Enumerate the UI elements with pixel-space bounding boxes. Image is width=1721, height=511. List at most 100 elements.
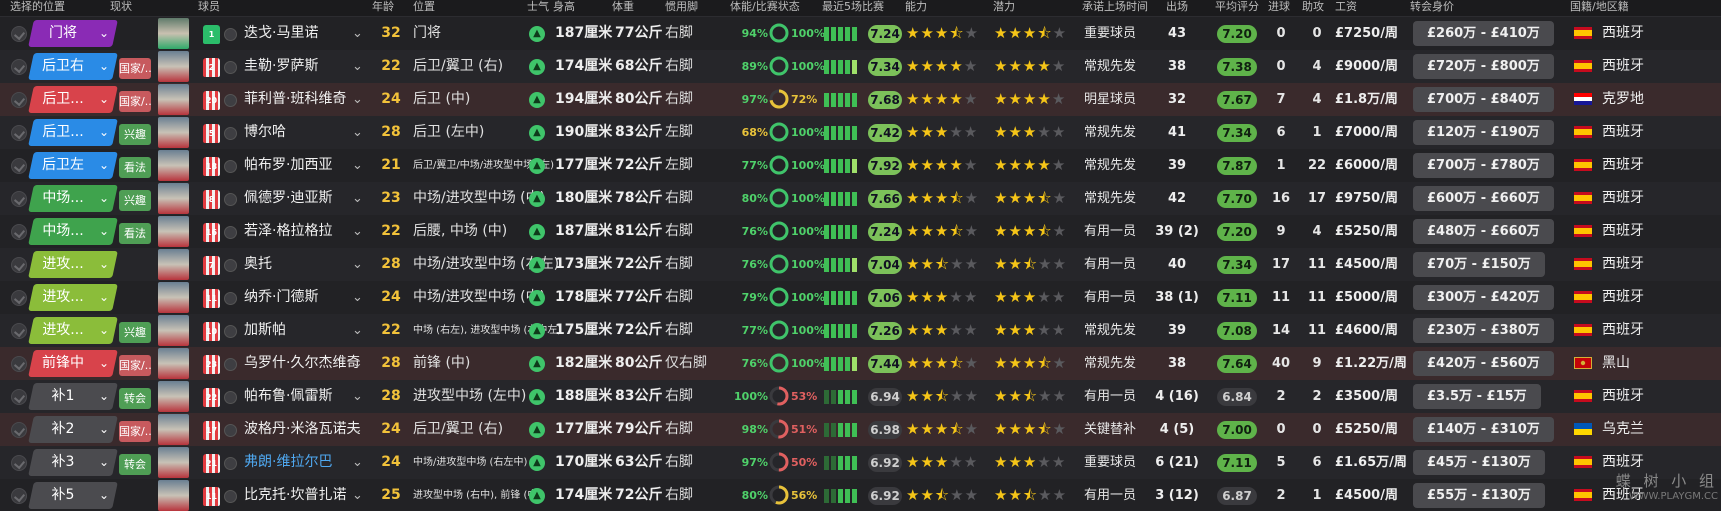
col-last5[interactable]: 最近5场比赛 — [822, 0, 884, 14]
nationality[interactable]: 西班牙 — [1602, 182, 1644, 215]
nationality[interactable]: 西班牙 — [1602, 17, 1644, 50]
table-row[interactable]: 后卫右⌄国家/...2圭勒·罗萨斯⌄22后卫/翼卫 (右)▲174厘米68公斤右… — [0, 50, 1721, 83]
table-row[interactable]: 补3 ⌄ 转会 21 弗朗·维拉尔巴 ⌄ 24 中场/进攻型中场 (右左中) ▲ 170厘米 63公… — [0, 446, 1721, 479]
position-selector[interactable]: 门将 ⌄ — [28, 20, 118, 47]
select-checkbox[interactable] — [11, 224, 27, 240]
table-row[interactable]: 进攻... ⌄ 11 纳乔·门德斯 ⌄ 24 中场/进攻型中场 (中) ▲ 178厘米 77公斤右… — [0, 281, 1721, 314]
nationality[interactable]: 西班牙 — [1602, 116, 1644, 149]
chevron-down-icon[interactable]: ⌄ — [352, 446, 363, 479]
chevron-down-icon[interactable]: ⌄ — [93, 86, 115, 113]
nationality[interactable]: 西班牙 — [1602, 380, 1644, 413]
transfer-value[interactable]: £55万 - £130万 — [1413, 483, 1545, 508]
chevron-down-icon[interactable]: ⌄ — [352, 347, 363, 380]
position-selector[interactable]: 补3 ⌄ — [28, 449, 118, 476]
player-photo[interactable] — [158, 315, 189, 346]
table-row[interactable]: 中场... ⌄ 兴趣 8 佩德罗·迪亚斯 ⌄ 23 中场/进攻型中场 (中) ▲ 180厘米 78公… — [0, 182, 1721, 215]
select-checkbox[interactable] — [11, 455, 27, 471]
col-goals[interactable]: 进球 — [1268, 0, 1290, 14]
player-photo[interactable] — [158, 150, 189, 181]
position-selector[interactable]: 补2 ⌄ — [28, 416, 118, 443]
table-row[interactable]: 补1 ⌄ 转会 22 帕布鲁·佩雷斯 ⌄ 28 进攻型中场 (左中) ▲ 188厘米 83公斤 右脚 1… — [0, 380, 1721, 413]
chevron-down-icon[interactable]: ⌄ — [352, 50, 363, 83]
select-checkbox[interactable] — [11, 26, 27, 42]
chevron-down-icon[interactable]: ⌄ — [93, 383, 115, 410]
transfer-value[interactable]: £140万 - £310万 — [1413, 417, 1554, 442]
status-badge[interactable]: 转会 — [119, 388, 151, 409]
nationality[interactable]: 乌克兰 — [1602, 413, 1644, 446]
col-age[interactable]: 年龄 — [372, 0, 394, 14]
transfer-value[interactable]: £700万 - £840万 — [1413, 87, 1554, 112]
player-photo[interactable] — [158, 249, 189, 280]
chevron-down-icon[interactable]: ⌄ — [352, 17, 363, 50]
table-row[interactable]: 进攻... ⌄ 7 奥托 ⌄ 28 中场/进攻型中场 (右左) ▲ 173厘米 72公斤 右脚 76%… — [0, 248, 1721, 281]
col-avg-rating[interactable]: 平均评分 — [1215, 0, 1259, 14]
col-playing-time[interactable]: 承诺上场时间 — [1082, 0, 1148, 14]
status-badge[interactable]: 看法 — [119, 223, 151, 244]
player-name[interactable]: 迭戈·马里诺 — [244, 17, 318, 50]
col-fitness[interactable]: 体能/比赛状态 — [730, 0, 800, 14]
select-checkbox[interactable] — [11, 389, 27, 405]
player-photo[interactable] — [158, 84, 189, 115]
player-photo[interactable] — [158, 117, 189, 148]
chevron-down-icon[interactable]: ⌄ — [352, 182, 363, 215]
chevron-down-icon[interactable]: ⌄ — [93, 350, 115, 377]
select-checkbox[interactable] — [11, 356, 27, 372]
col-assists[interactable]: 助攻 — [1302, 0, 1324, 14]
col-nationality[interactable]: 国籍/地区籍 — [1570, 0, 1629, 14]
player-name[interactable]: 波格丹·米洛瓦诺夫 — [244, 413, 360, 446]
chevron-down-icon[interactable]: ⌄ — [93, 218, 115, 245]
player-photo[interactable] — [158, 381, 189, 412]
player-photo[interactable] — [158, 51, 189, 82]
chevron-down-icon[interactable]: ⌄ — [352, 380, 363, 413]
position-selector[interactable]: 后卫... ⌄ — [28, 119, 118, 146]
status-badge[interactable]: 兴趣 — [119, 190, 151, 211]
player-photo[interactable] — [158, 414, 189, 445]
chevron-down-icon[interactable]: ⌄ — [93, 284, 115, 311]
transfer-value[interactable]: £45万 - £130万 — [1413, 450, 1545, 475]
col-status[interactable]: 现状 — [110, 0, 132, 14]
status-badge[interactable]: 兴趣 — [119, 322, 151, 343]
table-row[interactable]: 后卫...⌄国家/...20菲利普·班科维奇⌄24后卫 (中)▲194厘米80公… — [0, 83, 1721, 116]
table-row[interactable]: 进攻... ⌄ 兴趣 10 加斯帕 ⌄ 22 中场 (右左), 进攻型中场 (右中左) ▲ 175… — [0, 314, 1721, 347]
select-checkbox[interactable] — [11, 290, 27, 306]
table-row[interactable]: 补2⌄国家/...17波格丹·米洛瓦诺夫⌄24后卫/翼卫 (右)▲177厘米79… — [0, 413, 1721, 446]
transfer-value[interactable]: £600万 - £660万 — [1413, 186, 1554, 211]
col-potential[interactable]: 潜力 — [993, 0, 1015, 14]
player-name[interactable]: 奥托 — [244, 248, 272, 281]
transfer-value[interactable]: £260万 - £410万 — [1413, 21, 1554, 46]
select-checkbox[interactable] — [11, 257, 27, 273]
player-name[interactable]: 帕布鲁·佩雷斯 — [244, 380, 332, 413]
position-selector[interactable]: 进攻... ⌄ — [28, 284, 118, 311]
table-row[interactable]: 后卫左 ⌄ 看法 18 帕布罗·加西亚 ⌄ 21 后卫/翼卫/中场/进攻型中场 (左) ▲ 177… — [0, 149, 1721, 182]
chevron-down-icon[interactable]: ⌄ — [352, 116, 363, 149]
player-photo[interactable] — [158, 183, 189, 214]
nationality[interactable]: 西班牙 — [1602, 215, 1644, 248]
chevron-down-icon[interactable]: ⌄ — [93, 119, 115, 146]
transfer-value[interactable]: £480万 - £660万 — [1413, 219, 1554, 244]
chevron-down-icon[interactable]: ⌄ — [352, 479, 363, 511]
position-selector[interactable]: 后卫右 ⌄ — [28, 53, 118, 80]
nationality[interactable]: 克罗地 — [1602, 83, 1644, 116]
col-selected-position[interactable]: 选择的位置 — [10, 0, 65, 14]
player-photo[interactable] — [158, 447, 189, 478]
transfer-value[interactable]: £700万 - £780万 — [1413, 153, 1554, 178]
player-name[interactable]: 佩德罗·迪亚斯 — [244, 182, 332, 215]
col-ability[interactable]: 能力 — [905, 0, 927, 14]
chevron-down-icon[interactable]: ⌄ — [352, 314, 363, 347]
table-row[interactable]: 中场... ⌄ 看法 16 若泽·格拉格拉 ⌄ 22 后腰, 中场 (中) ▲ 187厘米 81公斤… — [0, 215, 1721, 248]
transfer-value[interactable]: £70万 - £150万 — [1413, 252, 1545, 277]
player-photo[interactable] — [158, 216, 189, 247]
player-name[interactable]: 帕布罗·加西亚 — [244, 149, 332, 182]
nationality[interactable]: 西班牙 — [1602, 50, 1644, 83]
player-name[interactable]: 弗朗·维拉尔巴 — [244, 446, 332, 479]
col-apps[interactable]: 出场 — [1166, 0, 1188, 14]
nationality[interactable]: 黑山 — [1602, 347, 1630, 380]
position-selector[interactable]: 中场... ⌄ — [28, 185, 118, 212]
select-checkbox[interactable] — [11, 422, 27, 438]
transfer-value[interactable]: £120万 - £190万 — [1413, 120, 1554, 145]
chevron-down-icon[interactable]: ⌄ — [93, 251, 115, 278]
status-badge[interactable]: 国家/... — [119, 355, 151, 376]
player-name[interactable]: 若泽·格拉格拉 — [244, 215, 332, 248]
player-name[interactable]: 加斯帕 — [244, 314, 286, 347]
status-badge[interactable]: 看法 — [119, 157, 151, 178]
